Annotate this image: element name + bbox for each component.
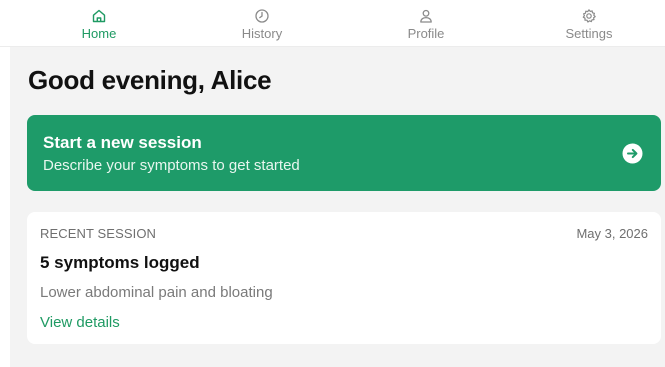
- tab-profile-label: Profile: [407, 26, 445, 41]
- start-session-subtitle: Describe your symptoms to get started: [43, 157, 300, 174]
- clock-icon: [255, 9, 269, 23]
- recent-session-title: 5 symptoms logged: [40, 253, 200, 272]
- tab-profile[interactable]: Profile: [371, 0, 481, 46]
- start-session-button[interactable]: Start a new session Describe your sympto…: [27, 115, 661, 191]
- gear-icon: [582, 9, 596, 23]
- tab-settings[interactable]: Settings: [534, 0, 644, 46]
- home-icon: [92, 9, 106, 23]
- arrow-right-circle-icon[interactable]: [622, 143, 643, 164]
- tab-history-label: History: [241, 26, 283, 41]
- recent-session-summary: Lower abdominal pain and bloating: [40, 284, 273, 301]
- tab-home[interactable]: Home: [44, 0, 154, 46]
- tab-settings-label: Settings: [565, 26, 613, 41]
- tab-home-label: Home: [81, 26, 117, 41]
- tab-history[interactable]: History: [207, 0, 317, 46]
- page-title: Good evening, Alice: [28, 65, 272, 95]
- recent-session-date: May 3, 2026: [576, 226, 648, 241]
- view-details-link[interactable]: View details: [40, 314, 120, 332]
- recent-session-card: RECENT SESSION May 3, 2026 5 symptoms lo…: [27, 212, 661, 344]
- start-session-title: Start a new session: [43, 133, 202, 152]
- person-icon: [420, 9, 432, 23]
- tab-bar: Home History Profile Settings: [0, 0, 665, 47]
- recent-session-label: RECENT SESSION: [40, 226, 157, 241]
